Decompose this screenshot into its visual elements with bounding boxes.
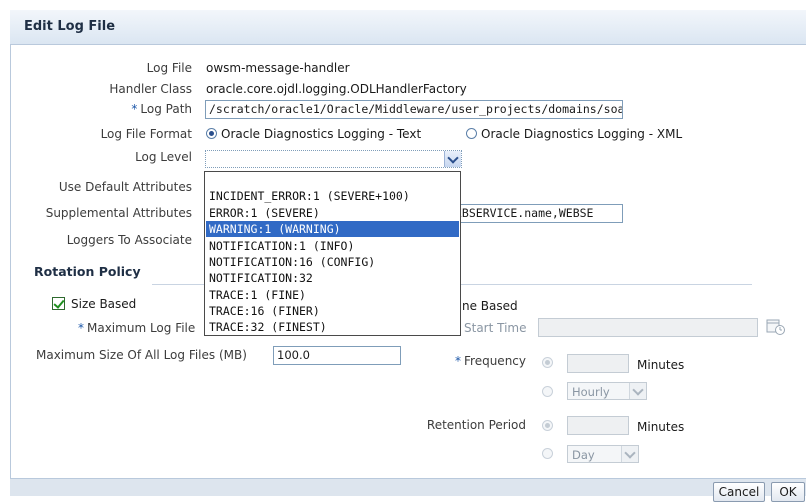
size-based-checkbox[interactable]: [52, 297, 65, 310]
format-text-label: Oracle Diagnostics Logging - Text: [221, 127, 422, 141]
retention-minutes-input[interactable]: [567, 416, 629, 435]
log-level-option[interactable]: ERROR:1 (SEVERE): [206, 205, 459, 221]
rotation-policy-heading: Rotation Policy: [34, 264, 141, 279]
frequency-select-radio[interactable]: [542, 386, 553, 397]
log-level-option[interactable]: NOTIFICATION:16 (CONFIG): [206, 254, 459, 270]
log-level-option-highlighted[interactable]: WARNING:1 (WARNING): [206, 221, 459, 237]
dialog-footer: [10, 478, 806, 496]
size-based-label: Size Based: [71, 297, 137, 311]
loggers-to-associate-label: Loggers To Associate: [66, 233, 192, 247]
log-level-dropdown-list: INCIDENT_ERROR:1 (SEVERE+100) ERROR:1 (S…: [204, 171, 461, 336]
log-path-label-wrap: * Log Path: [131, 102, 192, 116]
log-path-label: Log Path: [140, 102, 192, 116]
chevron-down-icon[interactable]: [444, 151, 461, 167]
cancel-button[interactable]: Cancel: [713, 482, 765, 502]
frequency-minutes-input[interactable]: [567, 354, 629, 373]
required-marker: *: [455, 354, 461, 368]
log-level-option[interactable]: INCIDENT_ERROR:1 (SEVERE+100): [206, 188, 459, 204]
use-default-attributes-label: Use Default Attributes: [58, 180, 192, 194]
log-path-input[interactable]: /scratch/oracle1/Oracle/Middleware/user_…: [205, 100, 623, 119]
log-level-option[interactable]: TRACE:16 (FINER): [206, 303, 459, 319]
max-log-file-label: Maximum Log File: [87, 321, 196, 335]
dialog-border: [10, 10, 11, 495]
log-level-option[interactable]: TRACE:32 (FINEST): [206, 319, 459, 335]
frequency-minutes-radio[interactable]: [542, 357, 553, 368]
required-marker: *: [131, 102, 138, 116]
retention-select-radio[interactable]: [542, 448, 553, 459]
format-xml-label: Oracle Diagnostics Logging - XML: [481, 127, 683, 141]
frequency-label: Frequency: [464, 354, 526, 368]
dialog-title: Edit Log File: [24, 19, 116, 34]
chevron-down-icon[interactable]: [621, 446, 638, 462]
log-level-option[interactable]: NOTIFICATION:1 (INFO): [206, 238, 459, 254]
start-time-label: Start Time: [464, 321, 527, 335]
calendar-icon[interactable]: [765, 318, 787, 336]
retention-select[interactable]: Day: [567, 445, 639, 463]
supplemental-attributes-input[interactable]: EBSERVICE.name,WEBSE: [452, 204, 623, 223]
retention-select-value: Day: [572, 448, 595, 462]
log-file-value: owsm-message-handler: [206, 61, 350, 75]
log-file-label: Log File: [146, 61, 192, 75]
log-level-select[interactable]: [205, 150, 462, 168]
frequency-select[interactable]: Hourly: [567, 382, 647, 400]
required-marker: *: [78, 321, 84, 335]
log-level-label: Log Level: [135, 150, 192, 164]
start-time-input[interactable]: [538, 318, 758, 337]
handler-class-label: Handler Class: [109, 82, 192, 96]
supplemental-attributes-label: Supplemental Attributes: [45, 206, 192, 220]
handler-class-value: oracle.core.ojdl.logging.ODLHandlerFacto…: [206, 82, 467, 96]
log-level-option[interactable]: NOTIFICATION:32: [206, 270, 459, 286]
time-based-label: ne Based: [462, 299, 518, 313]
log-file-format-label: Log File Format: [100, 127, 192, 141]
chevron-down-icon[interactable]: [629, 383, 646, 399]
retention-minutes-unit: Minutes: [637, 420, 685, 434]
log-level-option[interactable]: TRACE:1 (FINE): [206, 287, 459, 303]
retention-period-label: Retention Period: [426, 418, 526, 432]
max-log-file-label-wrap: * Maximum Log File: [78, 321, 195, 335]
ok-button[interactable]: OK: [771, 482, 805, 502]
dialog-titlebar: Edit Log File: [10, 10, 806, 45]
retention-minutes-radio[interactable]: [542, 420, 553, 431]
frequency-minutes-unit: Minutes: [637, 358, 685, 372]
max-all-files-label: Maximum Size Of All Log Files (MB): [36, 348, 247, 362]
format-xml-radio[interactable]: [466, 128, 477, 139]
frequency-label-wrap: * Frequency: [455, 354, 526, 368]
max-all-files-input[interactable]: 100.0: [273, 346, 401, 365]
format-text-radio[interactable]: [206, 128, 217, 139]
frequency-select-value: Hourly: [572, 385, 610, 399]
